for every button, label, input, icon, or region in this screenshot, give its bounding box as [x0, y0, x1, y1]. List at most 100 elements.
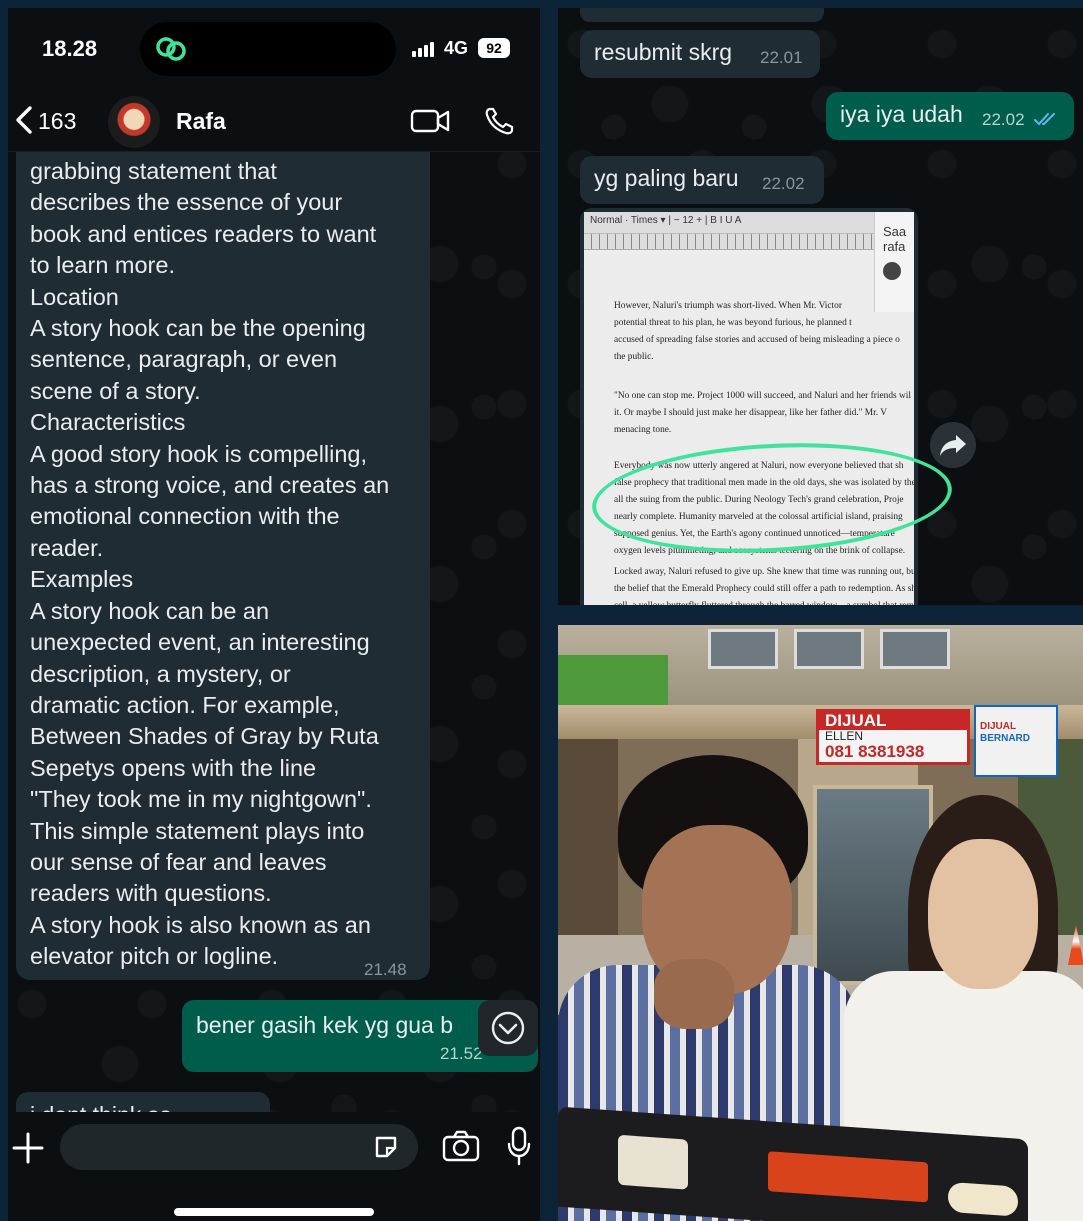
message-time: 21.52 — [440, 1044, 483, 1063]
doc-line: menacing tone. — [614, 425, 672, 435]
message-line: Between Shades of Gray by Ruta — [30, 723, 379, 750]
home-indicator — [174, 1208, 374, 1216]
message-line: elevator pitch or logline. — [30, 943, 279, 970]
message-composer — [8, 1112, 540, 1221]
back-unread-count[interactable]: 163 — [38, 108, 76, 135]
chat-screen-right: resubmit skrg 22.01 iya iya udah 22.02 y… — [558, 8, 1083, 605]
sign-name: BERNARD — [980, 733, 1030, 744]
message-line: sentence, paragraph, or even — [30, 346, 338, 373]
message-text: yg paling baru — [594, 165, 739, 191]
doc-line: the public. — [614, 352, 654, 362]
doc-paragraph: However, Naluri's triumph was short-live… — [614, 298, 914, 366]
message-line: Examples — [30, 566, 134, 593]
for-sale-sign-secondary: DIJUAL BERNARD — [974, 705, 1058, 777]
message-line: has a strong voice, and creates an — [30, 472, 390, 499]
message-line: scene of a story. — [30, 377, 201, 404]
message-line: book and entices readers to want — [30, 220, 377, 247]
avatar — [883, 262, 901, 280]
doc-paragraph: Locked away, Naluri refused to give up. … — [614, 564, 914, 605]
dynamic-island — [140, 22, 396, 76]
message-line: Characteristics — [30, 409, 186, 436]
forward-icon — [940, 435, 966, 456]
laptop-sticker — [948, 1181, 1018, 1217]
message-line: to learn more. — [30, 252, 175, 279]
message-line: describes the essence of your — [30, 189, 343, 216]
message-line: our sense of fear and leaves — [30, 848, 327, 875]
doc-line: accused of spreading false stories and a… — [614, 335, 900, 345]
doc-line: "No one can stop me. Project 1000 will s… — [614, 391, 911, 401]
incoming-message[interactable]: resubmit skrg 22.01 — [580, 30, 820, 78]
scroll-to-bottom-button[interactable] — [478, 1000, 538, 1056]
laptop-sticker — [618, 1134, 688, 1190]
message-line: Sepetys opens with the line — [30, 754, 317, 781]
microphone-icon[interactable] — [506, 1126, 532, 1166]
message-text: grabbing statement that describes the ess… — [30, 156, 416, 973]
doc-line: potential threat to his plan, he was bey… — [614, 318, 852, 328]
sign-title: DIJUAL — [819, 712, 967, 730]
status-bar: 18.28 4G 92 — [8, 8, 540, 88]
message-time: 22.01 — [760, 48, 803, 67]
chevron-left-icon[interactable] — [12, 104, 36, 136]
side-panel-line: Saa — [883, 224, 907, 239]
doc-ruler — [584, 234, 914, 250]
message-line: A story hook can be an — [30, 597, 270, 624]
message-line: Location — [30, 283, 119, 310]
screenshot-collage: grabbing statement that describes the ess… — [0, 0, 1083, 1221]
doc-line: it. Or maybe I should just make her disa… — [614, 408, 887, 418]
sign-title: DIJUAL — [980, 721, 1017, 732]
double-check-icon — [1034, 113, 1055, 126]
window — [708, 629, 778, 669]
window — [794, 629, 864, 669]
incoming-message-cutoff — [580, 8, 824, 22]
message-line: A story hook can be the opening — [30, 315, 366, 342]
battery-icon: 92 — [478, 38, 510, 58]
doc-line: Locked away, Naluri refused to give up. … — [614, 567, 914, 577]
message-text: resubmit skrg — [594, 39, 733, 65]
sticker-icon[interactable] — [372, 1133, 400, 1161]
doc-line: However, Naluri's triumph was short-live… — [614, 301, 842, 311]
message-line: grabbing statement that — [30, 158, 277, 184]
signal-icon — [412, 42, 434, 57]
phone-icon[interactable] — [482, 106, 522, 136]
message-line: A good story hook is compelling, — [30, 440, 368, 467]
doc-toolbar: Normal · Times ▾ | − 12 + | B I U A — [584, 212, 914, 234]
camera-icon[interactable] — [442, 1130, 480, 1162]
video-call-icon[interactable] — [410, 106, 450, 136]
laptop-sticker — [768, 1151, 928, 1203]
message-input[interactable] — [60, 1124, 418, 1170]
message-line: A story hook is also known as an — [30, 911, 371, 938]
forward-button[interactable] — [930, 422, 976, 468]
message-line: dramatic action. For example, — [30, 691, 340, 718]
message-line: readers with questions. — [30, 880, 272, 907]
image-message[interactable]: Normal · Times ▾ | − 12 + | B I U A Saa … — [580, 208, 955, 605]
message-time: 22.02 — [762, 174, 805, 193]
plus-icon[interactable] — [10, 1130, 46, 1166]
message-line: "They took me in my nightgown". — [30, 786, 372, 813]
message-text: iya iya udah — [840, 101, 963, 127]
network-type: 4G — [444, 38, 469, 58]
photo-two-people-laptop: DIJUAL ELLEN 081 8381938 DIJUAL BERNARD — [558, 625, 1083, 1221]
message-line: description, a mystery, or — [30, 660, 291, 687]
message-line: This simple statement plays into — [30, 817, 365, 844]
hand — [654, 959, 734, 1029]
message-line: unexpected event, an interesting — [30, 629, 370, 656]
side-panel-line: rafa — [883, 239, 906, 254]
doc-side-panel: Saa rafa — [874, 212, 914, 312]
contact-name[interactable]: Rafa — [176, 108, 226, 135]
link-icon — [156, 37, 186, 61]
face — [928, 839, 1038, 989]
message-line: reader. — [30, 534, 104, 561]
chat-header: 163 Rafa — [8, 88, 540, 152]
status-time: 18.28 — [42, 36, 98, 61]
message-text: bener gasih kek yg gua b — [196, 1012, 454, 1038]
incoming-message[interactable]: yg paling baru 22.02 — [580, 156, 824, 204]
incoming-message-long[interactable]: grabbing statement that describes the ess… — [16, 148, 430, 980]
doc-line: cell, a yellow butterfly fluttered throu… — [614, 598, 914, 605]
message-time: 22.02 — [982, 110, 1025, 129]
window — [880, 629, 950, 669]
outgoing-message[interactable]: iya iya udah 22.02 — [826, 92, 1074, 140]
doc-line: the belief that the Emerald Prophecy cou… — [614, 584, 914, 594]
contact-avatar[interactable] — [108, 96, 160, 148]
message-time: 21.48 — [364, 960, 407, 979]
message-line: emotional connection with the — [30, 503, 340, 530]
